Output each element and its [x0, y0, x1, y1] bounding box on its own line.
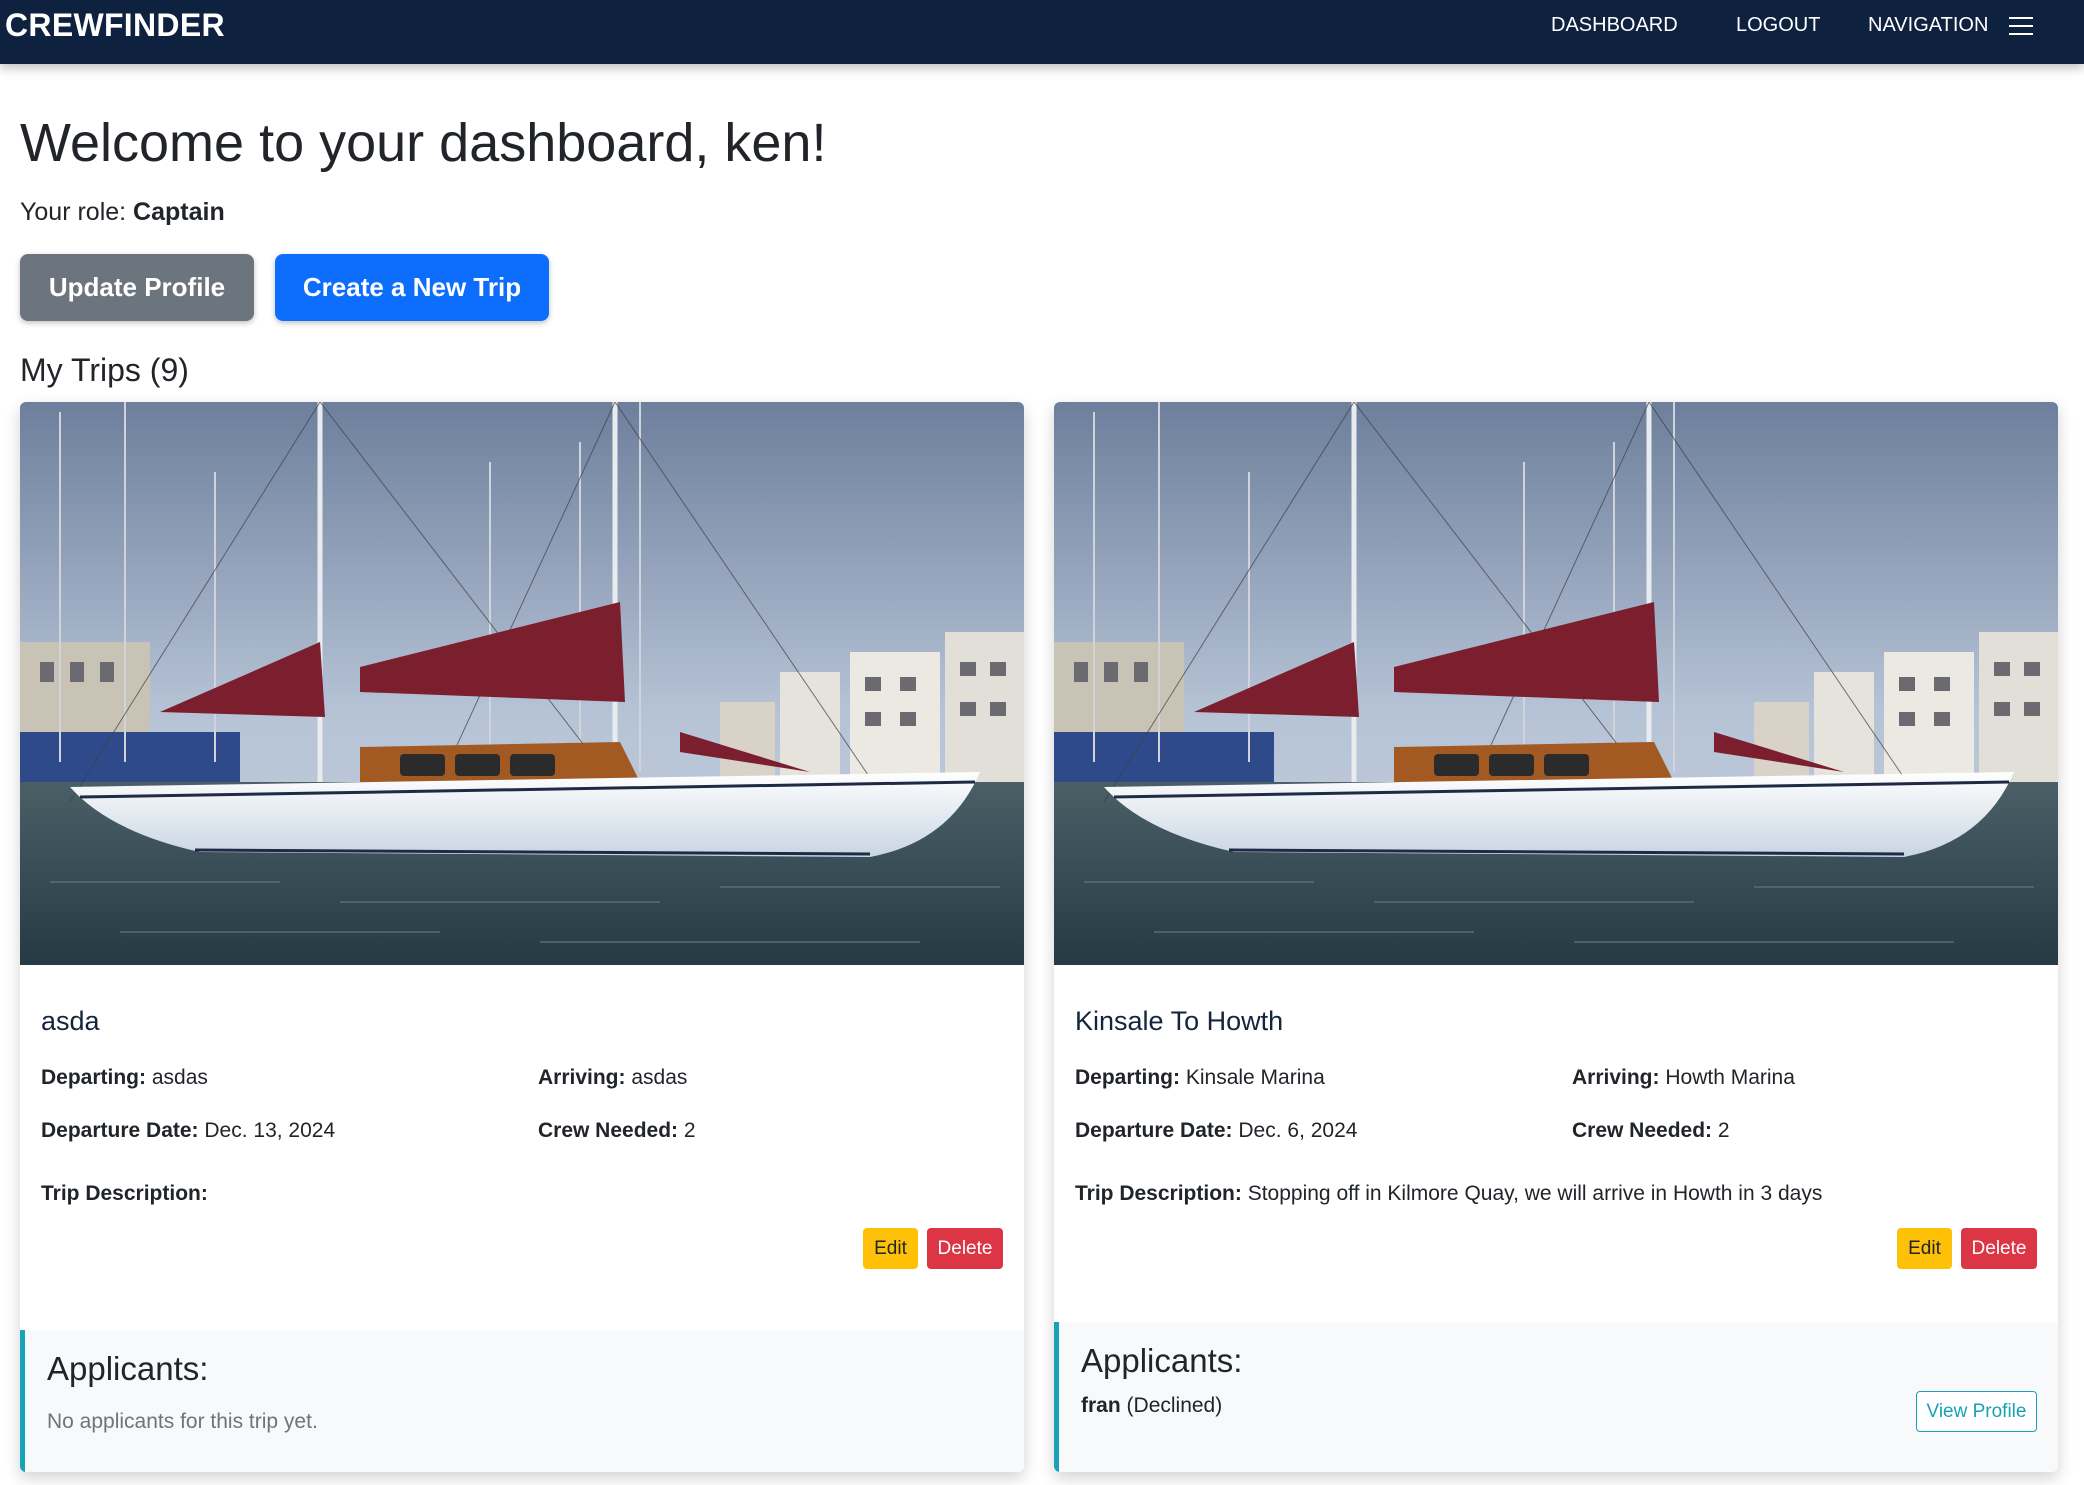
crew-needed-label: Crew Needed:	[538, 1119, 679, 1142]
trip-description-field: Trip Description:	[41, 1182, 208, 1206]
create-trip-button[interactable]: Create a New Trip	[275, 254, 549, 321]
delete-trip-button[interactable]: Delete	[927, 1228, 1003, 1269]
departing-value: asdas	[151, 1066, 208, 1089]
nav-navigation-link[interactable]: NAVIGATION	[1868, 14, 1988, 37]
applicant-status: (Declined)	[1126, 1394, 1223, 1417]
applicant-name: fran	[1081, 1394, 1121, 1417]
user-role: Your role: Captain	[20, 198, 225, 227]
nav-logout-link[interactable]: LOGOUT	[1736, 14, 1820, 37]
arriving-value: asdas	[631, 1066, 688, 1089]
my-trips-heading: My Trips (9)	[20, 352, 189, 388]
departure-date-value: Dec. 6, 2024	[1238, 1119, 1358, 1142]
applicants-section: Applicants: fran (Declined) View Profile	[1054, 1322, 2058, 1472]
trip-description-field: Trip Description: Stopping off in Kilmor…	[1075, 1182, 1822, 1206]
arriving-value: Howth Marina	[1665, 1066, 1795, 1089]
update-profile-button[interactable]: Update Profile	[20, 254, 254, 321]
departure-date-field: Departure Date: Dec. 13, 2024	[41, 1119, 335, 1143]
departing-value: Kinsale Marina	[1185, 1066, 1325, 1089]
trip-title: Kinsale To Howth	[1075, 1006, 1284, 1036]
crew-needed-field: Crew Needed: 2	[1572, 1119, 1730, 1143]
trip-card: asda Departing: asdas Arriving: asdas De…	[20, 402, 1024, 1472]
trip-description-label: Trip Description:	[41, 1182, 208, 1205]
view-profile-button[interactable]: View Profile	[1916, 1391, 2037, 1432]
crew-needed-value: 2	[683, 1119, 696, 1142]
arriving-field: Arriving: asdas	[538, 1066, 687, 1090]
top-navbar: CREWFINDER DASHBOARD LOGOUT NAVIGATION	[0, 0, 2084, 64]
arriving-label: Arriving:	[538, 1066, 626, 1089]
applicants-section: Applicants: No applicants for this trip …	[20, 1330, 1024, 1472]
departing-label: Departing:	[41, 1066, 146, 1089]
crew-needed-label: Crew Needed:	[1572, 1119, 1713, 1142]
role-value: Captain	[133, 198, 225, 226]
departure-date-value: Dec. 13, 2024	[204, 1119, 336, 1142]
departure-date-label: Departure Date:	[1075, 1119, 1233, 1142]
trip-boat-image	[20, 402, 1024, 965]
applicants-heading: Applicants:	[1081, 1342, 1243, 1379]
departing-field: Departing: asdas	[41, 1066, 208, 1090]
arriving-label: Arriving:	[1572, 1066, 1660, 1089]
edit-trip-button[interactable]: Edit	[1897, 1228, 1952, 1269]
departing-label: Departing:	[1075, 1066, 1180, 1089]
applicants-heading: Applicants:	[47, 1350, 209, 1387]
nav-dashboard-link[interactable]: DASHBOARD	[1551, 14, 1678, 37]
departure-date-label: Departure Date:	[41, 1119, 199, 1142]
edit-trip-button[interactable]: Edit	[863, 1228, 918, 1269]
trip-card: Kinsale To Howth Departing: Kinsale Mari…	[1054, 402, 2058, 1472]
crew-needed-field: Crew Needed: 2	[538, 1119, 696, 1143]
arriving-field: Arriving: Howth Marina	[1572, 1066, 1795, 1090]
delete-trip-button[interactable]: Delete	[1961, 1228, 2037, 1269]
applicant-entry: fran (Declined)	[1081, 1394, 1222, 1418]
no-applicants-text: No applicants for this trip yet.	[47, 1410, 318, 1433]
role-label: Your role:	[20, 198, 127, 226]
departing-field: Departing: Kinsale Marina	[1075, 1066, 1325, 1090]
trip-boat-image	[1054, 402, 2058, 965]
trip-description-value: Stopping off in Kilmore Quay, we will ar…	[1247, 1182, 1823, 1205]
brand-logo[interactable]: CREWFINDER	[5, 7, 225, 44]
trip-title: asda	[41, 1006, 100, 1036]
welcome-heading: Welcome to your dashboard, ken!	[20, 113, 827, 173]
trip-description-label: Trip Description:	[1075, 1182, 1242, 1205]
hamburger-menu-icon[interactable]	[2009, 17, 2033, 35]
crew-needed-value: 2	[1717, 1119, 1730, 1142]
departure-date-field: Departure Date: Dec. 6, 2024	[1075, 1119, 1357, 1143]
